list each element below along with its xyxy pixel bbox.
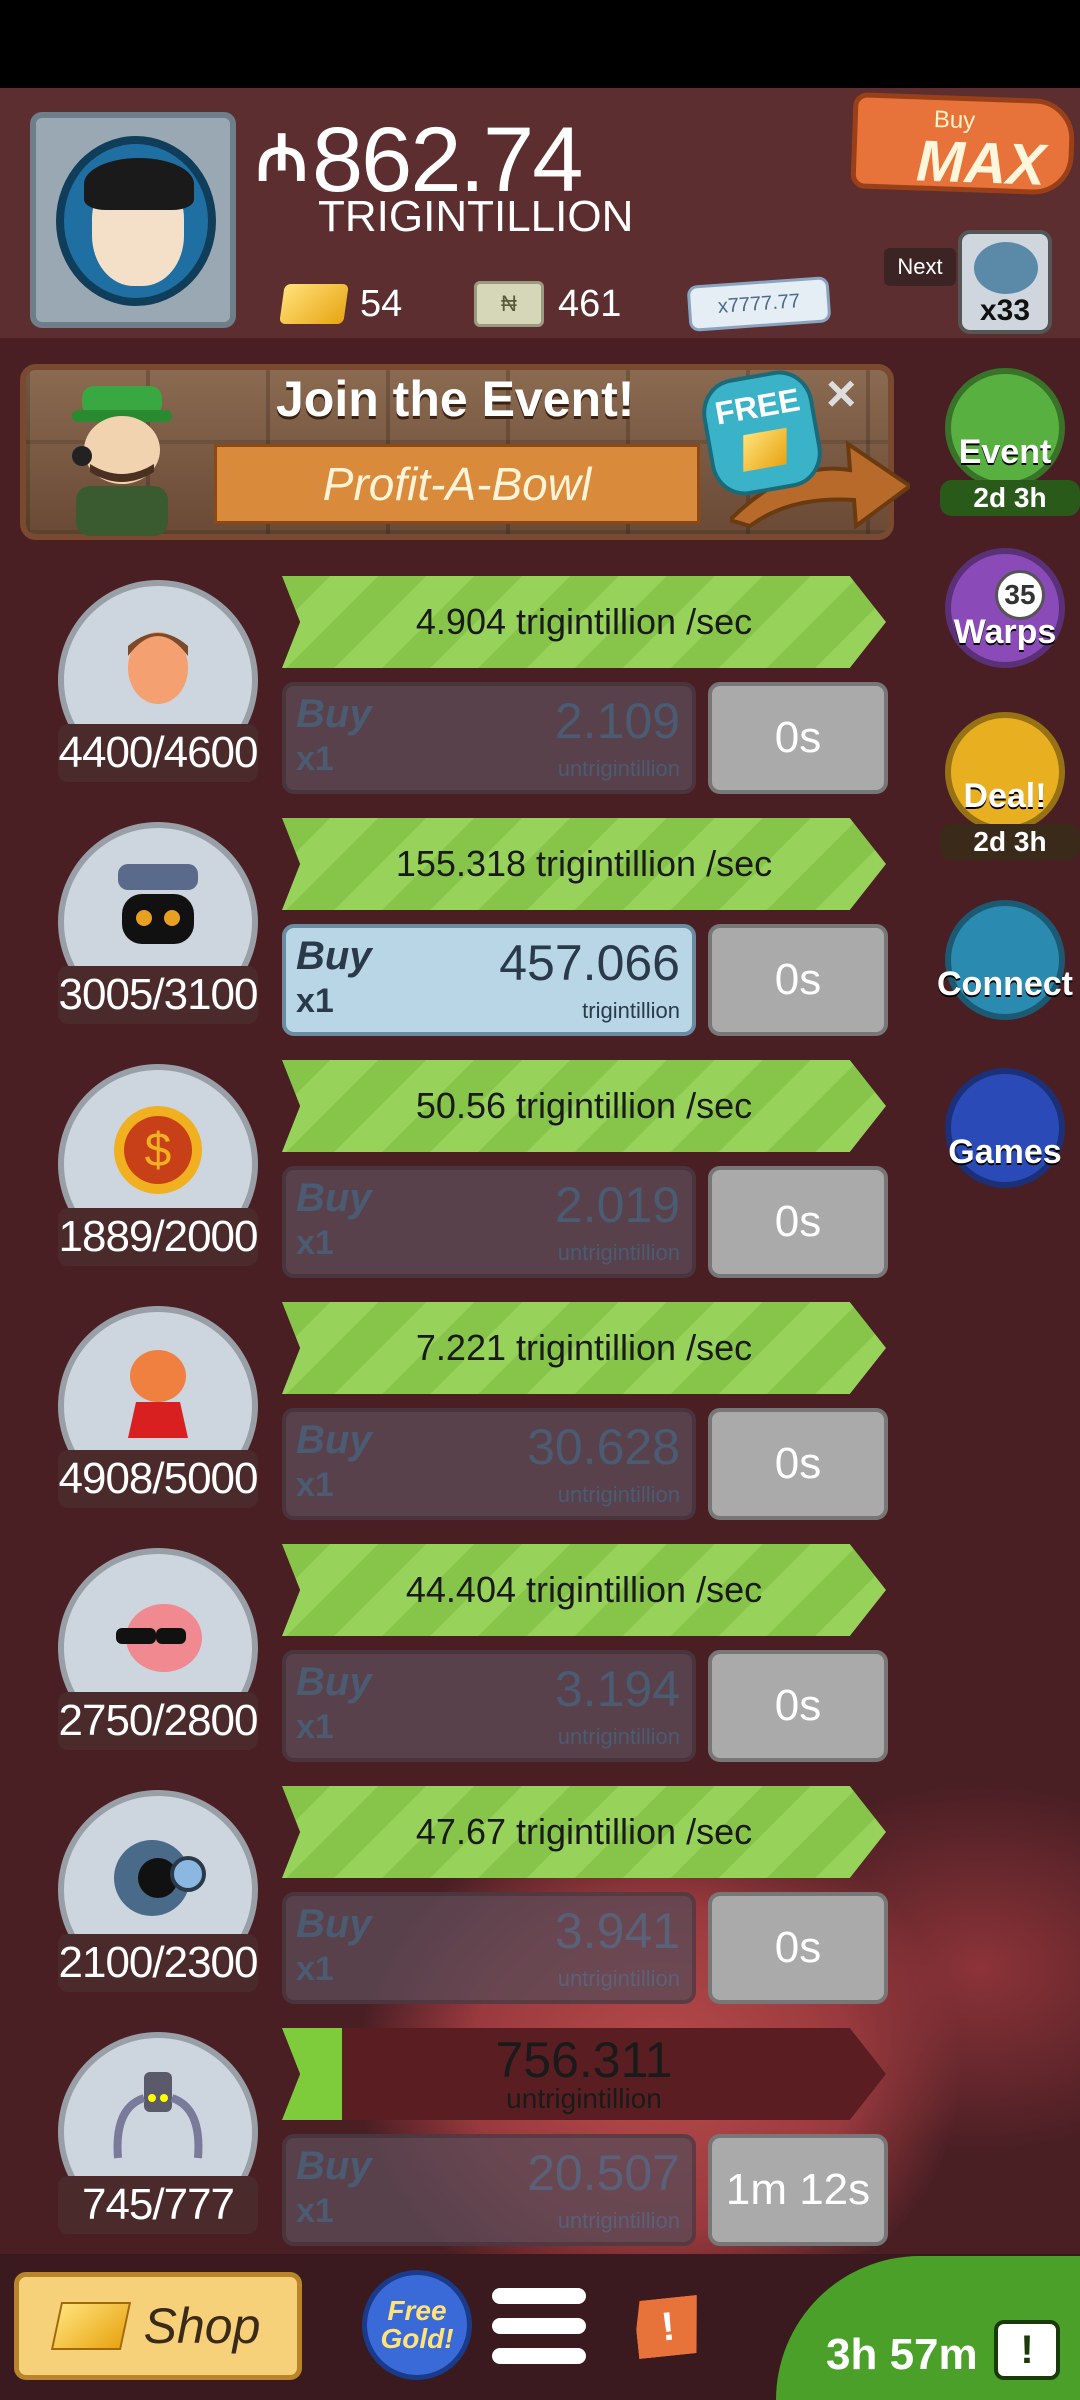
income-rate-bar[interactable]: 44.404 trigintillion /sec xyxy=(282,1544,886,1636)
deal-button[interactable]: Deal! 2d 3h xyxy=(940,712,1080,860)
business-count: 2100/2300 xyxy=(58,1934,259,1992)
timer-button[interactable]: 0s xyxy=(708,1892,888,2004)
next-unlock-button[interactable]: x33 xyxy=(958,230,1052,334)
business-row: 3005/3100 155.318 trigintillion /sec Buy… xyxy=(0,818,900,1058)
tv-icon[interactable]: ! xyxy=(994,2320,1060,2380)
income-rate-bar[interactable]: 47.67 trigintillion /sec xyxy=(282,1786,886,1878)
shop-button[interactable]: Shop xyxy=(14,2272,302,2380)
gold-counter[interactable]: 54 xyxy=(279,276,403,332)
robot-icon xyxy=(118,864,198,944)
brain-icon xyxy=(116,1604,202,1672)
deal-timer: 2d 3h xyxy=(940,824,1080,860)
timer-button[interactable]: 0s xyxy=(708,1166,888,1278)
income-rate-bar[interactable]: 7.221 trigintillion /sec xyxy=(282,1302,886,1394)
event-host-icon xyxy=(72,386,172,536)
next-label: Next xyxy=(884,248,956,286)
bill-icon: x7777.77 xyxy=(686,276,832,332)
buy-button[interactable]: Buy x1 2.019 untrigintillion xyxy=(282,1166,696,1278)
games-button[interactable]: Games xyxy=(940,1068,1070,1188)
buy-button[interactable]: Buy x1 3.194 untrigintillion xyxy=(282,1650,696,1762)
free-gold-button[interactable]: Free Gold! xyxy=(362,2270,472,2380)
business-row: 4400/4600 4.904 trigintillion /sec Buy x1… xyxy=(0,576,900,816)
timer-button[interactable]: 0s xyxy=(708,1408,888,1520)
timer-button[interactable]: 0s xyxy=(708,1650,888,1762)
next-unlock-icon xyxy=(974,242,1038,294)
income-rate-bar[interactable]: 50.56 trigintillion /sec xyxy=(282,1060,886,1152)
business-count: 745/777 xyxy=(58,2176,258,2234)
gold-count: 54 xyxy=(360,282,403,325)
gold-bar-icon xyxy=(50,2302,131,2350)
alert-button[interactable]: ! xyxy=(633,2295,703,2359)
business-row: 2100/2300 47.67 trigintillion /sec Buy x1… xyxy=(0,1786,900,2026)
player-avatar[interactable] xyxy=(30,112,236,328)
football-helmet-icon: Event xyxy=(945,368,1065,488)
menu-icon[interactable] xyxy=(492,2288,586,2370)
megabucks-counter[interactable]: ₦ 461 xyxy=(474,276,621,332)
buy-button[interactable]: Buy x1 30.628 untrigintillion xyxy=(282,1408,696,1520)
buy-button[interactable]: Buy x1 2.109 untrigintillion xyxy=(282,682,696,794)
business-count: 2750/2800 xyxy=(58,1692,259,1750)
business-row: $ 1889/2000 50.56 trigintillion /sec Buy… xyxy=(0,1060,900,1300)
business-count: 4908/5000 xyxy=(58,1450,259,1508)
income-rate-bar[interactable]: 4.904 trigintillion /sec xyxy=(282,576,886,668)
business-count: 1889/2000 xyxy=(58,1208,259,1266)
warps-count: 35 xyxy=(995,570,1045,620)
bean-person-icon xyxy=(128,1350,188,1438)
event-subtitle: Profit-A-Bowl xyxy=(214,444,700,524)
business-row: 2750/2800 44.404 trigintillion /sec Buy x… xyxy=(0,1544,900,1784)
megabucks-count: 461 xyxy=(558,282,622,325)
connect-button[interactable]: Connect xyxy=(937,900,1073,1020)
joystick-icon: Games xyxy=(945,1068,1065,1188)
income-rate-bar[interactable]: 155.318 trigintillion /sec xyxy=(282,818,886,910)
gift-icon: Deal! xyxy=(945,712,1065,832)
spider-robot-icon xyxy=(113,2072,203,2159)
warps-button[interactable]: 35 Warps xyxy=(940,548,1070,668)
free-badge: FREE xyxy=(696,365,828,501)
buy-max-big-label: MAX xyxy=(915,128,1047,198)
money-unit: TRIGINTILLION xyxy=(318,192,634,241)
warp-icon: 35 Warps xyxy=(945,548,1065,668)
business-count: 4400/4600 xyxy=(58,724,259,782)
bathysphere-icon xyxy=(114,1840,206,1916)
bill-counter[interactable]: x7777.77 xyxy=(686,276,832,332)
businessman-icon xyxy=(128,632,188,704)
buy-button[interactable]: Buy x1 20.507 untrigintillion xyxy=(282,2134,696,2246)
close-icon[interactable]: × xyxy=(826,364,856,424)
next-unlock-count: x33 xyxy=(979,294,1031,327)
currency-symbol: ₼ xyxy=(256,122,308,194)
dollar-sun-icon: $ xyxy=(114,1106,202,1194)
megabucks-icon: ₦ xyxy=(474,281,544,327)
business-count: 3005/3100 xyxy=(58,966,259,1024)
event-title: Join the Event! xyxy=(276,371,635,427)
tv-timer: 3h 57m xyxy=(826,2330,978,2379)
business-row: 745/777 756.311 untrigintillion Buy x1 20… xyxy=(0,2028,900,2268)
gold-bar-icon xyxy=(279,284,349,324)
gold-bar-icon xyxy=(743,427,787,472)
event-timer: 2d 3h xyxy=(940,480,1080,516)
buy-button[interactable]: Buy x1 457.066 trigintillion xyxy=(282,924,696,1036)
timer-button[interactable]: 0s xyxy=(708,682,888,794)
business-row: 4908/5000 7.221 trigintillion /sec Buy x1… xyxy=(0,1302,900,1542)
progress-fill xyxy=(282,2028,343,2120)
event-button[interactable]: Event 2d 3h xyxy=(940,368,1080,516)
photos-icon: Connect xyxy=(937,900,1073,1020)
astronaut-helmet-icon xyxy=(56,136,216,306)
timer-button[interactable]: 0s xyxy=(708,924,888,1036)
svg-text:$: $ xyxy=(145,1124,172,1177)
timer-button[interactable]: 1m 12s xyxy=(708,2134,888,2246)
production-progress-bar[interactable]: 756.311 untrigintillion xyxy=(282,2028,886,2120)
status-bar xyxy=(0,0,1080,88)
buy-button[interactable]: Buy x1 3.941 untrigintillion xyxy=(282,1892,696,2004)
buy-max-button[interactable]: Buy MAX xyxy=(850,92,1076,198)
